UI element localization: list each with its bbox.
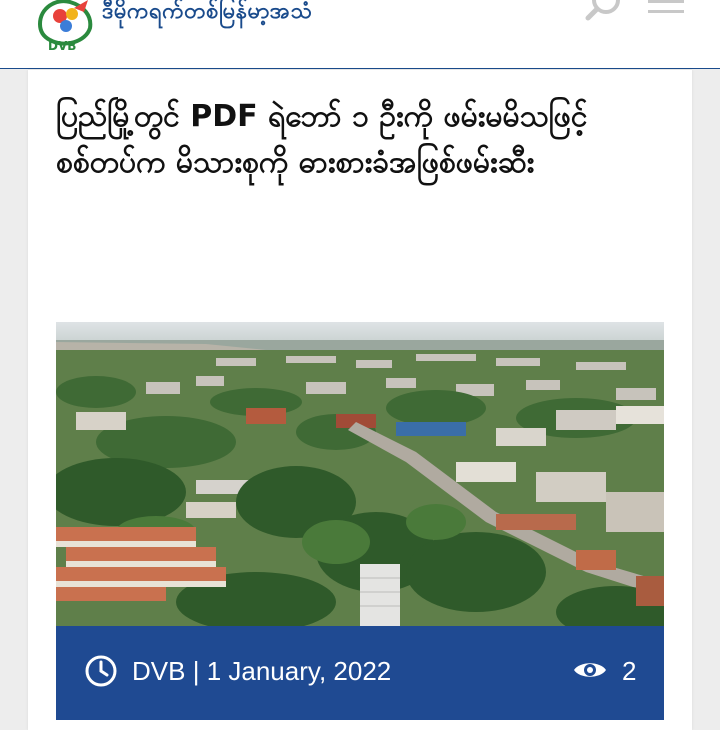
author-link[interactable]: DVB (132, 656, 185, 686)
top-bar: DVB ဒီမိုကရက်တစ်မြန်မာ့အသံ (0, 0, 720, 69)
clock-icon (85, 655, 117, 687)
publish-date: 1 January, 2022 (206, 656, 392, 686)
eye-icon (574, 663, 606, 677)
article-byline: DVB | 1 January, 2022 (132, 656, 391, 687)
search-icon[interactable] (584, 0, 624, 26)
logo-text: DVB (48, 39, 76, 53)
article-headline[interactable]: ပြည်မြို့တွင် PDF ရဲဘော် ၁ ဦးကို ဖမ်းမမိ… (56, 94, 676, 186)
dvb-logo[interactable]: DVB (34, 0, 104, 54)
article-meta-bar: DVB | 1 January, 2022 2 (56, 626, 664, 720)
article-image[interactable] (56, 322, 664, 626)
site-name[interactable]: ဒီမိုကရက်တစ်မြန်မာ့အသံ (102, 0, 312, 29)
view-count: 2 (622, 656, 637, 686)
meta-separator: | (192, 656, 200, 686)
article-card: ပြည်မြို့တွင် PDF ရဲဘော် ၁ ဦးကို ဖမ်းမမိ… (28, 70, 692, 730)
hamburger-menu-icon[interactable] (648, 0, 684, 18)
